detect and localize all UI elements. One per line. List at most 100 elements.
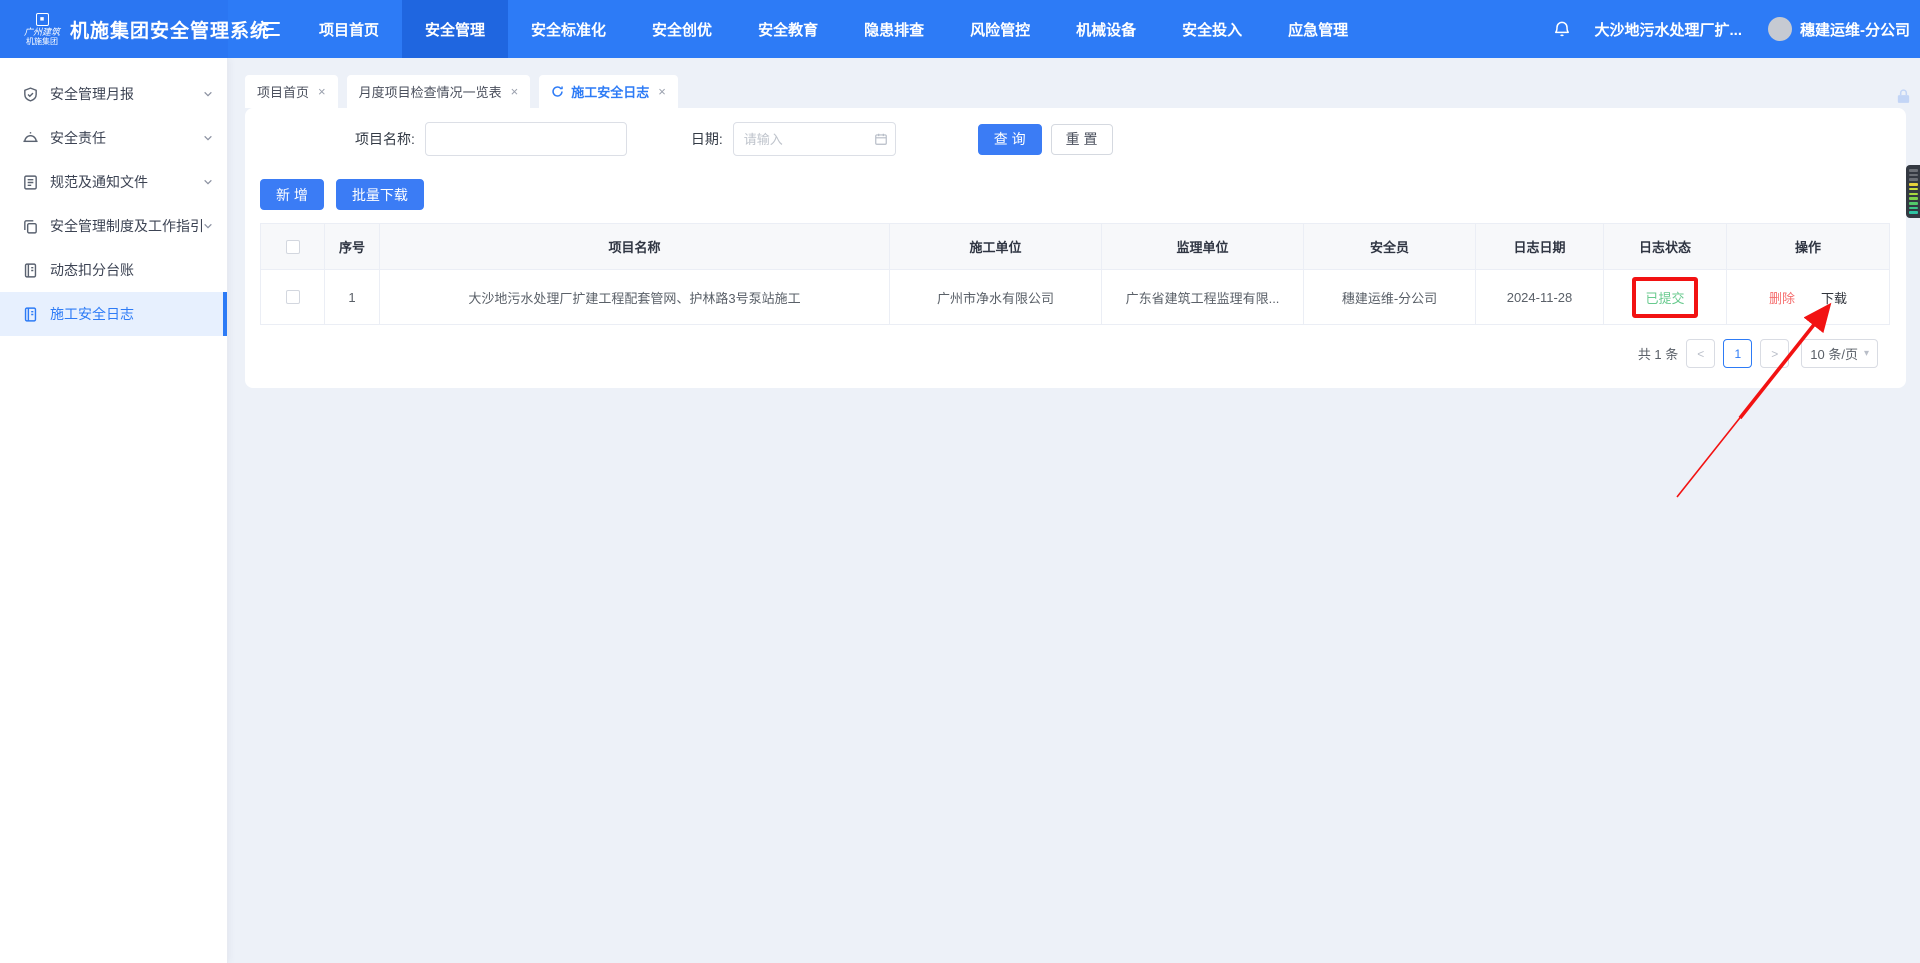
pagination: 共 1 条 < 1 > 10 条/页 ▾ — [260, 339, 1890, 368]
document-icon — [24, 174, 37, 190]
chevron-down-icon — [204, 91, 212, 97]
close-icon[interactable]: × — [511, 84, 519, 99]
status-badge-annotated: 已提交 — [1632, 276, 1698, 318]
nav-item-safety-investment[interactable]: 安全投入 — [1159, 0, 1265, 58]
sidebar-item-safety-responsibility[interactable]: 安全责任 — [0, 116, 227, 160]
chevron-down-icon — [204, 179, 212, 185]
header-select-all — [260, 224, 325, 269]
app-logo: ■ 广州建筑 机施集团 机施集团安全管理系统 — [0, 0, 269, 58]
search-button[interactable]: 查 询 — [977, 123, 1042, 155]
user-avatar[interactable] — [1768, 17, 1792, 41]
company-logo-icon: ■ 广州建筑 机施集团 — [24, 12, 61, 46]
filter-row: 项目名称: 日期: 查 询 重 置 — [355, 122, 1890, 156]
chevron-down-icon: ▾ — [1863, 348, 1869, 359]
cell-supervision-unit: 广东省建筑工程监理有限... — [1102, 270, 1304, 324]
cell-project-name: 大沙地污水处理厂扩建工程配套管网、护林路3号泵站施工 — [380, 270, 890, 324]
chevron-down-icon — [204, 223, 212, 229]
reset-button[interactable]: 重 置 — [1050, 123, 1113, 155]
nav-item-safety-excellence[interactable]: 安全创优 — [629, 0, 735, 58]
cell-index: 1 — [325, 270, 380, 324]
user-name[interactable]: 穗建运维-分公司 — [1800, 19, 1910, 40]
delete-link[interactable]: 删除 — [1769, 288, 1795, 307]
cell-log-date: 2024-11-28 — [1476, 270, 1604, 324]
content-panel: 项目名称: 日期: 查 询 重 置 新 增 批量下载 序号 — [245, 108, 1906, 388]
header-project-name: 项目名称 — [380, 224, 890, 269]
nav-item-safety-standardization[interactable]: 安全标准化 — [508, 0, 629, 58]
topbar-right: 大沙地污水处理厂扩... 穗建运维-分公司 — [1552, 0, 1920, 58]
shield-icon — [24, 86, 37, 102]
date-input[interactable] — [732, 122, 896, 156]
action-row: 新 增 批量下载 — [260, 179, 1890, 210]
calendar-icon[interactable] — [874, 132, 888, 146]
row-checkbox[interactable] — [285, 290, 300, 304]
nav-item-risk-control[interactable]: 风险管控 — [947, 0, 1053, 58]
tab-project-home[interactable]: 项目首页 × — [245, 75, 338, 108]
tab-label: 项目首页 — [257, 85, 310, 100]
download-link[interactable]: 下载 — [1821, 288, 1847, 307]
header-construction-unit: 施工单位 — [890, 224, 1102, 269]
lock-icon[interactable] — [1895, 88, 1912, 105]
ledger-icon — [24, 262, 37, 278]
page-number-button[interactable]: 1 — [1723, 339, 1753, 368]
nav-item-safety-management[interactable]: 安全管理 — [402, 0, 509, 58]
date-picker — [732, 122, 896, 156]
top-navigation: 项目首页 安全管理 安全标准化 安全创优 安全教育 隐患排查 风险管控 机械设备… — [296, 0, 1371, 58]
logo-line1: 广州建筑 — [24, 26, 61, 37]
date-label: 日期: — [690, 131, 723, 147]
close-icon[interactable]: × — [318, 84, 326, 99]
cell-safety-officer: 穗建运维-分公司 — [1304, 270, 1476, 324]
notification-bell-icon[interactable] — [1552, 19, 1572, 39]
logo-line2: 机施集团 — [26, 36, 58, 46]
topbar: ■ 广州建筑 机施集团 机施集团安全管理系统 项目首页 安全管理 安全标准化 安… — [0, 0, 1920, 58]
screen: ■ 广州建筑 机施集团 机施集团安全管理系统 项目首页 安全管理 安全标准化 安… — [0, 0, 1920, 963]
total-count: 共 1 条 — [1637, 347, 1679, 362]
tab-construction-safety-log[interactable]: 施工安全日志 × — [539, 75, 678, 108]
alarm-icon — [23, 131, 38, 142]
refresh-icon[interactable] — [551, 85, 564, 98]
sidebar-item-norms-notice-files[interactable]: 规范及通知文件 — [0, 160, 227, 204]
cell-select — [260, 270, 325, 324]
cell-log-status: 已提交 — [1604, 270, 1727, 324]
sidebar-item-safety-monthly-report[interactable]: 安全管理月报 — [0, 72, 227, 116]
tab-monthly-inspection-overview[interactable]: 月度项目检查情况一览表 × — [346, 75, 531, 108]
sidebar-item-construction-safety-log[interactable]: 施工安全日志 — [0, 292, 227, 336]
add-button[interactable]: 新 增 — [260, 179, 324, 210]
header-operation: 操作 — [1727, 224, 1890, 269]
close-icon[interactable]: × — [658, 84, 666, 99]
emblem-icon: ■ — [35, 12, 49, 26]
sidebar-item-label: 动态扣分台账 — [50, 262, 134, 278]
sidebar-item-label: 施工安全日志 — [50, 306, 134, 322]
header-safety-officer: 安全员 — [1304, 224, 1476, 269]
header-index: 序号 — [325, 224, 380, 269]
prev-page-button[interactable]: < — [1686, 339, 1716, 368]
page-size-select[interactable]: 10 条/页 ▾ — [1801, 339, 1878, 368]
batch-download-button[interactable]: 批量下载 — [335, 179, 424, 210]
browser-extension-handle[interactable] — [1906, 165, 1920, 218]
current-project-selector[interactable]: 大沙地污水处理厂扩... — [1594, 19, 1742, 40]
table-header-row: 序号 项目名称 施工单位 监理单位 安全员 日志日期 日志状态 操作 — [260, 224, 1890, 270]
log-table: 序号 项目名称 施工单位 监理单位 安全员 日志日期 日志状态 操作 1 大沙地… — [260, 223, 1890, 325]
nav-item-project-home[interactable]: 项目首页 — [296, 0, 402, 58]
header-log-date: 日志日期 — [1476, 224, 1604, 269]
select-all-checkbox[interactable] — [285, 239, 300, 254]
page-size-value: 10 条/页 — [1810, 347, 1858, 362]
cell-construction-unit: 广州市净水有限公司 — [890, 270, 1102, 324]
nav-item-safety-education[interactable]: 安全教育 — [735, 0, 841, 58]
project-name-label: 项目名称: — [355, 131, 415, 147]
nav-item-machinery-equipment[interactable]: 机械设备 — [1053, 0, 1159, 58]
copy-icon — [24, 219, 37, 234]
collapse-menu-icon[interactable] — [246, 0, 296, 58]
nav-item-hazard-inspection[interactable]: 隐患排查 — [841, 0, 947, 58]
sidebar-item-safety-rules-guides[interactable]: 安全管理制度及工作指引 — [0, 204, 227, 248]
sidebar-item-label: 安全责任 — [50, 130, 106, 146]
next-page-button[interactable]: > — [1760, 339, 1790, 368]
app-title: 机施集团安全管理系统 — [70, 20, 271, 42]
tab-strip: 项目首页 × 月度项目检查情况一览表 × 施工安全日志 × — [228, 58, 1920, 108]
sidebar-item-label: 安全管理月报 — [50, 86, 134, 102]
project-name-input[interactable] — [424, 122, 627, 156]
tab-label: 施工安全日志 — [571, 85, 650, 100]
nav-item-emergency-management[interactable]: 应急管理 — [1265, 0, 1371, 58]
sidebar-item-dynamic-deduction-ledger[interactable]: 动态扣分台账 — [0, 248, 227, 292]
header-log-status: 日志状态 — [1604, 224, 1727, 269]
cell-operation: 删除 下载 — [1727, 270, 1890, 324]
